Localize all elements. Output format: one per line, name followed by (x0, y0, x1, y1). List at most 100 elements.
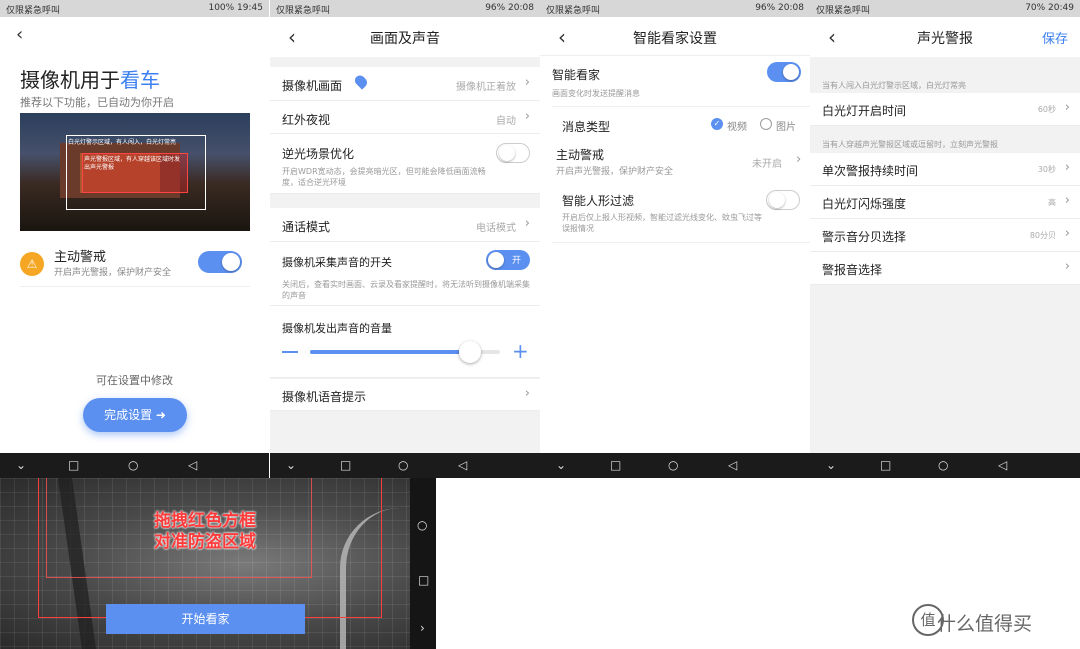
radio-image-label[interactable]: 图片 (776, 118, 796, 133)
chevron-right-icon: › (1064, 100, 1070, 115)
row-flash-intensity[interactable]: 白光灯闪烁强度 高 › (810, 186, 1080, 219)
nav-bar: ⌄ □ ○ ◁ (810, 453, 1080, 478)
toggle-label: 开 (511, 256, 521, 266)
row-label: 警报音选择 (822, 263, 883, 277)
nav-home-icon[interactable]: ○ (938, 458, 948, 472)
chevron-right-icon: › (1064, 193, 1070, 208)
row-alarm-sound[interactable]: 警报音选择 › (810, 252, 1080, 285)
modify-hint: 可在设置中修改 (96, 374, 173, 387)
divider (540, 55, 810, 56)
volume-down-icon[interactable] (282, 351, 298, 353)
active-guard-label: 主动警戒 (556, 148, 605, 162)
status-right: 96% 20:08 (755, 3, 804, 13)
row-label: 单次警报持续时间 (822, 164, 919, 178)
chevron-right-icon: › (524, 109, 530, 124)
nav-square-icon[interactable]: □ (340, 458, 351, 472)
volume-knob[interactable] (458, 341, 481, 363)
nav-square-icon[interactable]: □ (610, 458, 621, 472)
nav-home-icon[interactable]: ○ (398, 458, 408, 472)
status-bar: 仅限紧急呼叫 70% 20:49 (810, 0, 1080, 17)
nav-square-icon[interactable]: □ (880, 458, 891, 472)
volume-slider[interactable] (310, 341, 500, 363)
chevron-right-icon: › (1064, 259, 1070, 274)
row-call-mode[interactable]: 通话模式 电话模式 › (270, 208, 540, 242)
nav-bar: ⌄ □ ○ ◁ (270, 453, 540, 478)
headline-prefix: 摄像机用于 (20, 68, 120, 92)
row-mic-switch: 摄像机采集声音的开关 开 关闭后，查看实时画面、云录及看家提醒时，将无法听到摄像… (270, 242, 540, 306)
alert-icon: ⚠ (20, 252, 44, 276)
nav-down-icon[interactable]: ⌄ (826, 458, 836, 472)
status-bar: 仅限紧急呼叫 96% 20:08 (270, 0, 540, 17)
nav-down-icon[interactable]: ⌄ (556, 458, 566, 472)
row-wdr: 逆光场景优化 开启WDR宽动态，会提亮暗光区，但可能会降低画面流畅度，适合逆光环… (270, 134, 540, 194)
row-decibel[interactable]: 警示音分贝选择 80分贝 › (810, 219, 1080, 252)
volume-fill (310, 350, 470, 354)
row-label: 摄像机采集声音的开关 (282, 256, 392, 269)
row-voice-prompt[interactable]: 摄像机语音提示 › (270, 379, 540, 411)
nav-square-icon[interactable]: □ (68, 458, 79, 472)
finish-setup-button[interactable]: 完成设置 ➜ (83, 398, 187, 432)
overlay-line-2: 对准防盗区域 (154, 532, 256, 552)
alert-toggle[interactable] (198, 251, 242, 273)
human-filter-toggle[interactable] (766, 190, 800, 210)
row-white-light-time[interactable]: 白光灯开启时间 60秒 › (810, 93, 1080, 126)
chevron-right-icon: › (796, 152, 802, 167)
save-button[interactable]: 保存 (1042, 28, 1068, 47)
status-left: 仅限紧急呼叫 (6, 6, 61, 16)
nav-bar: ⌄ □ ○ ◁ (540, 453, 810, 478)
header: ‹ 智能看家设置 (540, 17, 810, 57)
subline: 推荐以下功能，已自动为你开启 (20, 96, 174, 109)
location-icon (352, 73, 370, 90)
row-value: 电话模式 (476, 223, 516, 234)
status-bar: 仅限紧急呼叫 96% 20:08 (540, 0, 810, 17)
nav-back-icon[interactable]: ◁ (728, 458, 737, 472)
page-title: 声光警报 (917, 31, 973, 47)
row-active-guard[interactable]: 主动警戒 开启声光警报，保护财产安全 未开启 › (540, 140, 810, 184)
nav-down-icon[interactable]: ⌄ (286, 458, 296, 472)
page-title: 摄像机用于看车 (20, 64, 160, 93)
nav-back-icon[interactable]: ◁ (458, 458, 467, 472)
radio-video-label[interactable]: 视频 (727, 118, 747, 133)
camera-feed: 拖拽红色方框 对准防盗区域 开始看家 (0, 478, 410, 649)
panel-picture-sound: 仅限紧急呼叫 96% 20:08 ‹ 画面及声音 摄像机画面 摄像机正着放 › … (270, 0, 540, 478)
nav-back-icon[interactable]: ◁ (188, 458, 197, 472)
nav-home-icon[interactable]: ○ (668, 458, 678, 472)
row-infrared[interactable]: 红外夜视 自动 › (270, 101, 540, 134)
side-nav-bar: ○ □ › (410, 478, 436, 649)
volume-up-icon[interactable]: + (512, 341, 529, 361)
radio-video-icon[interactable]: ✓ (711, 118, 723, 130)
radio-image-icon[interactable] (760, 118, 772, 130)
section-note: 当有人闯入白光灯警示区域，白光灯常亮 (822, 81, 966, 90)
row-label: 红外夜视 (282, 113, 331, 127)
nav-square-icon[interactable]: □ (418, 573, 429, 587)
header: ‹ 画面及声音 (270, 17, 540, 57)
panel-smart-guard: 仅限紧急呼叫 96% 20:08 ‹ 智能看家设置 智能看家 画面变化时发送提醒… (540, 0, 810, 478)
row-label: 摄像机画面 (282, 79, 343, 93)
smart-guard-toggle[interactable] (767, 62, 801, 82)
row-label: 摄像机发出声音的音量 (282, 322, 392, 335)
human-filter-sub: 开启后仅上报人形视频，智能过滤光线变化、蚊虫飞过等误报情况 (562, 213, 762, 233)
row-sub: 关闭后，查看实时画面、云录及看家提醒时，将无法听到摄像机端采集的声音 (282, 280, 530, 300)
nav-home-icon[interactable]: ○ (417, 518, 427, 532)
preview-caption-2: 声光警报区域，有人穿越该区域时发出声光警报 (84, 156, 181, 171)
status-left: 仅限紧急呼叫 (546, 6, 601, 16)
row-volume: 摄像机发出声音的音量 + (270, 306, 540, 378)
smart-guard-sub: 画面变化时发送提醒消息 (552, 89, 640, 98)
msg-type-label: 消息类型 (562, 120, 611, 134)
nav-forward-icon[interactable]: › (420, 621, 425, 635)
status-right: 96% 20:08 (485, 3, 534, 13)
status-right: 70% 20:49 (1025, 3, 1074, 13)
mic-toggle[interactable]: 开 (486, 250, 530, 270)
row-alarm-duration[interactable]: 单次警报持续时间 30秒 › (810, 153, 1080, 186)
nav-home-icon[interactable]: ○ (128, 458, 138, 472)
nav-down-icon[interactable]: ⌄ (16, 458, 26, 472)
nav-bar: ⌄ □ ○ ◁ (0, 453, 269, 478)
back-icon[interactable]: ‹ (16, 24, 23, 45)
wdr-toggle[interactable] (496, 143, 530, 163)
row-camera-picture[interactable]: 摄像机画面 摄像机正着放 › (270, 67, 540, 101)
start-guard-button[interactable]: 开始看家 (106, 604, 305, 634)
active-guard-value: 未开启 (752, 159, 782, 170)
landscape-zone-setup: 拖拽红色方框 对准防盗区域 开始看家 ○ □ › (0, 478, 436, 649)
human-filter-label: 智能人形过滤 (562, 194, 635, 208)
nav-back-icon[interactable]: ◁ (998, 458, 1007, 472)
